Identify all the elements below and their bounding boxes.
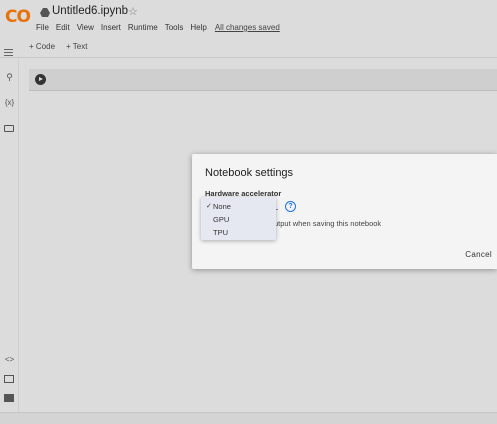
option-label: TPU xyxy=(213,228,228,237)
accelerator-dropdown-menu: ✓ None GPU TPU xyxy=(201,197,276,240)
save-status[interactable]: All changes saved xyxy=(215,23,280,32)
menu-runtime[interactable]: Runtime xyxy=(128,23,158,32)
search-icon[interactable]: ⚲ xyxy=(3,72,16,83)
drive-icon xyxy=(40,8,50,17)
option-gpu[interactable]: GPU xyxy=(201,213,276,226)
sidebar: ⚲ {x} <> xyxy=(0,58,19,412)
add-text-button[interactable]: + Text xyxy=(66,42,87,51)
toolbar: + Code + Text xyxy=(0,38,497,58)
menu-help[interactable]: Help xyxy=(190,23,206,32)
menu-edit[interactable]: Edit xyxy=(56,23,70,32)
table-of-contents-icon[interactable] xyxy=(4,49,13,56)
menu-bar: File Edit View Insert Runtime Tools Help… xyxy=(36,23,280,32)
colab-logo[interactable]: CO xyxy=(5,7,31,27)
code-snippets-icon[interactable]: <> xyxy=(3,355,16,364)
option-none[interactable]: ✓ None xyxy=(201,200,276,213)
star-icon[interactable]: ☆ xyxy=(128,5,138,18)
omit-output-checkbox-label[interactable]: utput when saving this notebook xyxy=(274,219,381,228)
status-bar xyxy=(0,412,497,424)
run-cell-button[interactable] xyxy=(35,74,46,85)
variables-icon[interactable]: {x} xyxy=(3,98,16,107)
cancel-button[interactable]: Cancel xyxy=(465,250,492,259)
option-tpu[interactable]: TPU xyxy=(201,226,276,239)
header: CO Untitled6.ipynb ☆ File Edit View Inse… xyxy=(0,0,497,38)
option-label: None xyxy=(213,202,231,211)
notebook-title[interactable]: Untitled6.ipynb xyxy=(52,5,128,17)
code-cell[interactable] xyxy=(29,69,497,91)
menu-view[interactable]: View xyxy=(77,23,94,32)
terminal-icon[interactable] xyxy=(4,394,14,402)
colab-app: CO Untitled6.ipynb ☆ File Edit View Inse… xyxy=(0,0,497,424)
dialog-title: Notebook settings xyxy=(205,167,294,179)
folder-icon[interactable] xyxy=(4,125,14,132)
add-code-button[interactable]: + Code xyxy=(29,42,55,51)
menu-insert[interactable]: Insert xyxy=(101,23,121,32)
menu-file[interactable]: File xyxy=(36,23,49,32)
menu-tools[interactable]: Tools xyxy=(165,23,184,32)
option-label: GPU xyxy=(213,215,230,224)
command-palette-icon[interactable] xyxy=(4,375,14,383)
check-icon: ✓ xyxy=(206,203,212,210)
help-icon[interactable]: ? xyxy=(285,201,296,212)
